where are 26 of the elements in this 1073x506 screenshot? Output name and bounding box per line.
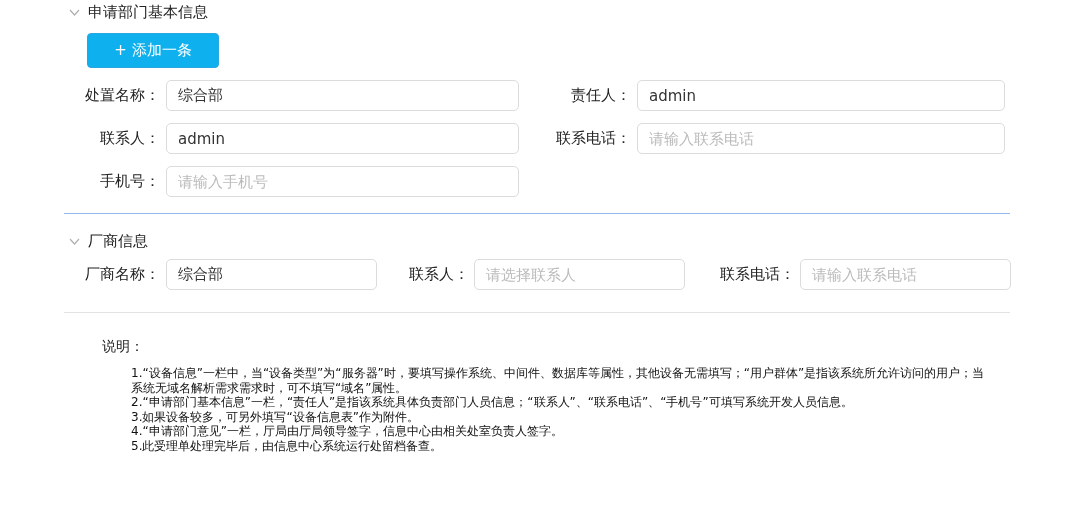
note-text: 1.“设备信息”一栏中，当“设备类型”为“服务器”时，要填写操作系统、中间件、数据库等属性，其他设备无需填写；“用户群体”是指该系统所允许访问的用户；当系统无域名解析需求需求时，可不填写“域名”属性。 bbox=[131, 366, 986, 395]
chevron-icon[interactable] bbox=[69, 237, 80, 245]
input-field[interactable]: 请输入联系电话 bbox=[800, 259, 1011, 290]
note-text: 2.“申请部门基本信息”一栏，“责任人”是指该系统具体负责部门人员信息；“联系人”、“联系电话”、“手机号”可填写系统开发人员信息。 bbox=[131, 395, 854, 410]
field-label: 手机号： bbox=[99, 172, 160, 191]
input-field[interactable]: admin bbox=[637, 80, 1005, 111]
input-field[interactable]: 请选择联系人 bbox=[474, 259, 685, 290]
chevron-icon[interactable] bbox=[69, 8, 80, 16]
input-field[interactable]: 综合部 bbox=[166, 80, 519, 111]
field-label: 责任人： bbox=[570, 86, 631, 105]
field-label: 厂商名称： bbox=[84, 265, 160, 284]
note-text: 3.如果设备较多，可另外填写“设备信息表”作为附件。 bbox=[131, 409, 420, 424]
field-label: 处置名称： bbox=[84, 86, 160, 105]
notes-title: 说明： bbox=[102, 338, 145, 356]
field-label: 联系电话： bbox=[555, 129, 631, 148]
input-field[interactable]: 请输入联系电话 bbox=[637, 123, 1005, 154]
note-text: 5.此受理单处理完毕后，由信息中心系统运行处留档备查。 bbox=[131, 438, 444, 453]
field-label: 联系人： bbox=[99, 129, 160, 148]
input-field[interactable]: 综合部 bbox=[166, 259, 377, 290]
input-field[interactable]: 请输入手机号 bbox=[166, 166, 519, 197]
field-label: 联系人： bbox=[408, 265, 469, 284]
section-title: 申请部门基本信息 bbox=[88, 2, 208, 22]
input-field[interactable]: admin bbox=[166, 123, 519, 154]
note-text: 4.“申请部门意见”一栏，厅局由厅局领导签字，信息中心由相关处室负责人签字。 bbox=[131, 424, 564, 439]
field-label: 联系电话： bbox=[719, 265, 795, 284]
section-title: 厂商信息 bbox=[88, 231, 148, 251]
